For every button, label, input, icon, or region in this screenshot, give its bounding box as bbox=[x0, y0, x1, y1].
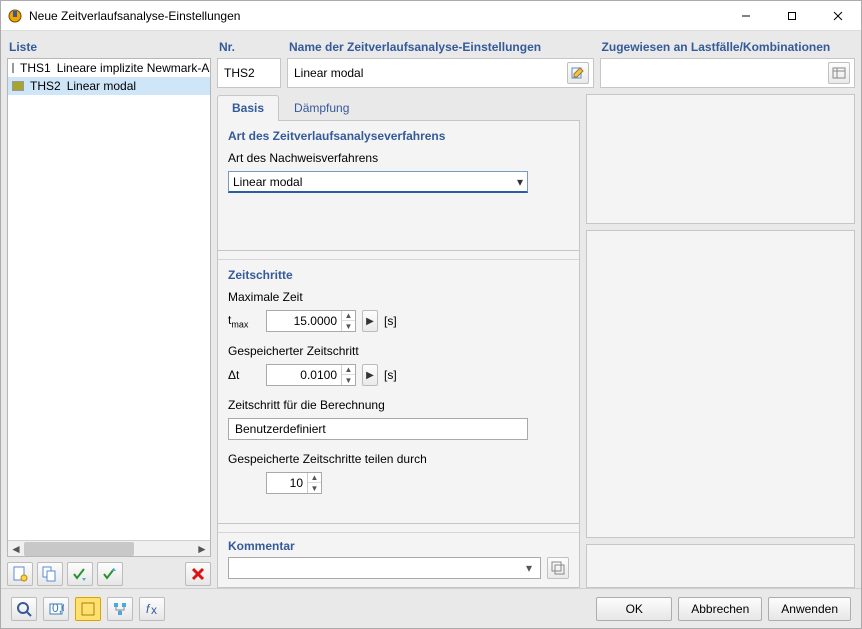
settings-list[interactable]: THS1 Lineare implizite Newmark-A THS2 Li… bbox=[7, 58, 211, 557]
delete-button[interactable] bbox=[185, 562, 211, 586]
tmax-spinner[interactable]: ▲▼ bbox=[341, 311, 355, 331]
tmax-label: Maximale Zeit bbox=[228, 290, 569, 304]
method-select[interactable]: Linear modal ▾ bbox=[228, 171, 528, 193]
chevron-down-icon: ▾ bbox=[520, 561, 538, 575]
help-button[interactable] bbox=[11, 597, 37, 621]
name-label: Name der Zeitverlaufsanalyse-Einstellung… bbox=[287, 37, 594, 58]
comment-heading: Kommentar bbox=[228, 539, 569, 553]
color-swatch bbox=[12, 81, 24, 91]
tmax-symbol: tmax bbox=[228, 313, 260, 329]
svg-text:0,00: 0,00 bbox=[52, 601, 64, 615]
window-maximize-button[interactable] bbox=[769, 1, 815, 31]
scroll-track[interactable] bbox=[24, 541, 194, 557]
check-out-button[interactable] bbox=[97, 562, 123, 586]
svg-text:x: x bbox=[151, 603, 157, 617]
divide-spinner[interactable]: ▲▼ bbox=[307, 473, 321, 493]
list-item-code: THS1 bbox=[20, 61, 51, 75]
method-label: Art des Nachweisverfahrens bbox=[228, 151, 569, 165]
scroll-thumb[interactable] bbox=[24, 542, 134, 556]
calc-step-value: Benutzerdefiniert bbox=[235, 422, 326, 436]
tabstrip: Basis Dämpfung bbox=[217, 94, 580, 120]
check-in-button[interactable] bbox=[67, 562, 93, 586]
titlebar: Neue Zeitverlaufsanalyse-Einstellungen bbox=[1, 1, 861, 31]
chevron-down-icon: ▾ bbox=[517, 175, 523, 189]
method-select-value: Linear modal bbox=[233, 175, 302, 189]
cancel-button[interactable]: Abbrechen bbox=[678, 597, 762, 621]
edit-name-button[interactable] bbox=[567, 62, 589, 84]
tmax-pick-button[interactable]: ▶ bbox=[362, 310, 378, 332]
tmax-input[interactable]: 15.0000 ▲▼ bbox=[266, 310, 356, 332]
color-swatch bbox=[12, 63, 14, 73]
dt-label: Gespeicherter Zeitschritt bbox=[228, 344, 569, 358]
list-item[interactable]: THS2 Linear modal bbox=[8, 77, 210, 95]
dialog-footer: 0,00 fx OK Abbrechen Anwenden bbox=[1, 588, 861, 628]
dt-spinner[interactable]: ▲▼ bbox=[341, 365, 355, 385]
list-item-desc: Lineare implizite Newmark-A bbox=[57, 61, 210, 75]
tmax-value: 15.0000 bbox=[267, 314, 341, 328]
tab-damping[interactable]: Dämpfung bbox=[279, 95, 364, 121]
nr-label: Nr. bbox=[217, 37, 281, 58]
steps-heading: Zeitschritte bbox=[228, 268, 569, 282]
copy-button[interactable] bbox=[37, 562, 63, 586]
window-close-button[interactable] bbox=[815, 1, 861, 31]
tree-button[interactable] bbox=[107, 597, 133, 621]
function-button[interactable]: fx bbox=[139, 597, 165, 621]
assigned-browse-button[interactable] bbox=[828, 62, 850, 84]
horizontal-scrollbar[interactable]: ◄ ► bbox=[8, 540, 210, 556]
scroll-left-button[interactable]: ◄ bbox=[8, 541, 24, 557]
window-title: Neue Zeitverlaufsanalyse-Einstellungen bbox=[29, 9, 240, 23]
list-item-code: THS2 bbox=[30, 79, 61, 93]
ok-button[interactable]: OK bbox=[596, 597, 672, 621]
tab-basis[interactable]: Basis bbox=[217, 95, 279, 121]
divide-input[interactable]: 10 ▲▼ bbox=[266, 472, 322, 494]
calc-step-select[interactable]: Benutzerdefiniert bbox=[228, 418, 528, 440]
comment-combo[interactable]: ▾ bbox=[228, 557, 541, 579]
list-toolbar bbox=[7, 557, 211, 588]
divide-value: 10 bbox=[267, 476, 307, 490]
list-item-desc: Linear modal bbox=[67, 79, 136, 93]
dt-symbol: Δt bbox=[228, 368, 260, 382]
dt-input[interactable]: 0.0100 ▲▼ bbox=[266, 364, 356, 386]
window-minimize-button[interactable] bbox=[723, 1, 769, 31]
list-item[interactable]: THS1 Lineare implizite Newmark-A bbox=[8, 59, 210, 77]
list-heading: Liste bbox=[7, 37, 211, 58]
calc-step-label: Zeitschritt für die Berechnung bbox=[228, 398, 569, 412]
assigned-value[interactable] bbox=[605, 71, 824, 75]
assigned-label: Zugewiesen an Lastfälle/Kombinationen bbox=[600, 37, 855, 58]
name-input[interactable]: Linear modal bbox=[292, 64, 563, 82]
apply-button[interactable]: Anwenden bbox=[768, 597, 851, 621]
dt-value: 0.0100 bbox=[267, 368, 341, 382]
app-icon bbox=[7, 8, 23, 24]
preview-panel-1 bbox=[586, 94, 855, 224]
preview-panel-2 bbox=[586, 230, 855, 538]
units-button[interactable]: 0,00 bbox=[43, 597, 69, 621]
tmax-unit: [s] bbox=[384, 314, 397, 328]
comment-library-button[interactable] bbox=[547, 557, 569, 579]
color-button[interactable] bbox=[75, 597, 101, 621]
dt-pick-button[interactable]: ▶ bbox=[362, 364, 378, 386]
new-button[interactable] bbox=[7, 562, 33, 586]
divide-label: Gespeicherte Zeitschritte teilen durch bbox=[228, 452, 569, 466]
preview-panel-3 bbox=[586, 544, 855, 588]
scroll-right-button[interactable]: ► bbox=[194, 541, 210, 557]
nr-value[interactable]: THS2 bbox=[222, 64, 276, 82]
dt-unit: [s] bbox=[384, 368, 397, 382]
method-heading: Art des Zeitverlaufsanalyseverfahrens bbox=[228, 129, 569, 143]
